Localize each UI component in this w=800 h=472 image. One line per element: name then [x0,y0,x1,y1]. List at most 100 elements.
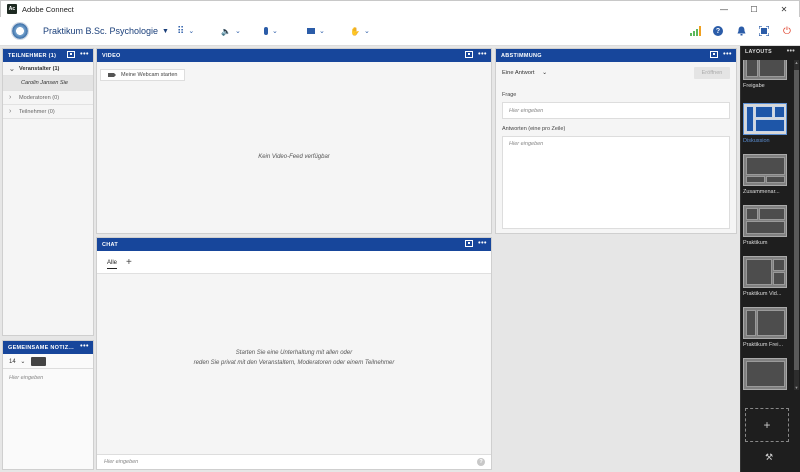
answer-type-value: Eine Antwort [502,70,535,76]
start-webcam-button[interactable]: Meine Webcam starten [100,69,186,81]
speaker-menu[interactable]: 🔈 ⌄ [221,24,241,38]
poll-pod: ABSTIMMUNG ••• Eine Antwort ⌄ Eröffnen F… [495,48,737,234]
maximize-pod-icon[interactable] [67,51,76,58]
answer-type-select[interactable]: Eine Antwort ⌄ [502,69,547,76]
help-button[interactable]: ? [711,24,725,38]
layout-label: Praktikum [743,240,768,246]
camera-menu[interactable]: ⌄ [307,24,325,38]
adobe-connect-logo-icon [11,22,29,40]
layout-item-more[interactable] [743,358,787,390]
pod-title: CHAT [102,241,119,248]
video-pod: VIDEO ••• Meine Webcam starten Kein Vide… [96,48,492,234]
raise-hand-menu[interactable]: ✋ ⌄ [350,24,370,38]
layout-item-praktikum[interactable]: Praktikum [743,205,787,246]
adobe-connect-app-icon: Ac [7,4,17,14]
room-menu[interactable]: Praktikum B.Sc. Psychologie ▼ [43,26,169,36]
maximize-button[interactable]: ☐ [739,1,769,18]
layout-item-diskussion[interactable]: Diskussion [743,103,787,144]
chat-input-placeholder: Hier eingeben [104,459,139,465]
apps-grid-icon: ⠿ [177,25,185,37]
layout-item-praktikum-video[interactable]: Praktikum Vid... [743,256,787,297]
chevron-down-icon: ⌄ [188,28,195,35]
layout-thumbnail [743,154,787,186]
leave-meeting-button[interactable]: ⏻ [780,24,794,38]
maximize-pod-icon[interactable] [465,51,474,58]
chat-help-icon[interactable]: ? [477,458,485,466]
notifications-button[interactable] [734,24,748,38]
layout-label: Freigabe [743,83,765,89]
group-label: Teilnehmer (0) [19,108,55,115]
group-moderators[interactable]: › Moderatoren (0) [3,91,93,105]
more-options-icon[interactable]: ••• [80,51,89,58]
chevron-down-icon: ⌄ [234,28,241,35]
group-participants[interactable]: › Teilnehmer (0) [3,105,93,119]
chevron-down-icon: ⌄ [319,28,325,35]
tools-icon[interactable]: ⚒ [765,452,773,463]
chat-pod: CHAT ••• Alle + Starten Sie eine Unterha… [96,237,492,470]
layout-item-zusammenarbeit[interactable]: Zusammenar... [743,154,787,195]
layout-thumbnail [743,307,787,339]
apps-menu[interactable]: ⠿ ⌄ [177,24,194,38]
more-options-icon[interactable]: ••• [80,343,89,350]
layout-item-praktikum-freigabe[interactable]: Praktikum Frei... [743,307,787,348]
text-color-swatch[interactable] [31,356,47,366]
hand-icon: ✋ [350,26,360,36]
meeting-workspace: TEILNEHMER (1) ••• ⌄ Veranstalter (1) Ca… [0,46,740,472]
start-webcam-label: Meine Webcam starten [121,72,178,78]
more-options-icon[interactable]: ••• [723,51,732,58]
poll-toolbar: Eine Antwort ⌄ Eröffnen [496,62,736,83]
add-layout-button[interactable]: + [745,408,789,442]
pod-title: TEILNEHMER (1) [8,52,57,59]
layout-thumbnail [743,358,787,390]
participant-row[interactable]: Carolin Jansen Sie [3,76,93,91]
answers-input[interactable]: Hier eingeben [502,136,730,229]
layout-thumbnail [743,60,787,80]
more-options-icon[interactable]: ••• [478,51,487,58]
participant-name: Carolin Jansen Sie [21,80,68,86]
layouts-panel: LAYOUTS ••• Freigabe Diskussion Zusammen… [740,46,800,472]
group-organizers[interactable]: ⌄ Veranstalter (1) [3,62,93,76]
title-bar: Ac Adobe Connect — ☐ ✕ [0,0,800,17]
maximize-pod-icon[interactable] [710,51,719,58]
chat-empty-line2: reden Sie privat mit den Veranstaltern, … [193,360,395,366]
microphone-icon [264,27,268,35]
video-pod-header: VIDEO ••• [97,49,491,62]
question-input[interactable]: Hier eingeben [502,102,730,119]
chevron-down-icon: ⌄ [363,28,370,35]
main-toolbar: Praktikum B.Sc. Psychologie ▼ ⠿ ⌄ 🔈 ⌄ ⌄ … [0,17,800,46]
layout-label: Praktikum Vid... [743,291,782,297]
add-chat-tab-icon[interactable]: + [126,257,132,268]
pod-title: GEMEINSAME NOTIZ... [8,344,74,351]
layouts-title: LAYOUTS [745,49,772,55]
close-window-button[interactable]: ✕ [769,1,799,18]
poll-pod-header: ABSTIMMUNG ••• [496,49,736,62]
camera-icon [108,73,116,77]
chevron-down-icon: ⌄ [542,70,548,76]
maximize-pod-icon[interactable] [465,240,474,247]
participants-pod-header: TEILNEHMER (1) ••• [3,49,93,62]
fullscreen-button[interactable] [757,24,771,38]
layouts-header: LAYOUTS ••• [741,46,800,58]
more-options-icon[interactable]: ••• [787,48,795,55]
open-poll-button[interactable]: Eröffnen [694,67,730,79]
notes-editor[interactable]: Hier eingeben [3,369,93,386]
layout-label: Diskussion [743,138,770,144]
tab-all[interactable]: Alle [107,260,118,269]
room-title: Praktikum B.Sc. Psychologie [43,26,159,36]
chat-input[interactable]: Hier eingeben ? [97,454,491,469]
layout-thumbnail [743,256,787,288]
connection-status-icon[interactable] [689,24,703,38]
minimize-button[interactable]: — [709,1,739,18]
scroll-down-icon[interactable]: ▼ [794,385,799,390]
scroll-up-icon[interactable]: ▲ [794,60,799,65]
layouts-scrollbar[interactable]: ▲ ▼ [794,60,799,390]
scroll-thumb[interactable] [794,70,799,370]
more-options-icon[interactable]: ••• [478,240,487,247]
font-size-select[interactable]: 14 ⌄ [9,358,25,365]
chat-pod-header: CHAT ••• [97,238,491,251]
chevron-right-icon: › [9,94,12,101]
microphone-menu[interactable]: ⌄ [264,24,278,38]
signal-bars-icon [690,26,701,36]
layout-item-freigabe[interactable]: Freigabe [743,60,787,89]
pod-title: ABSTIMMUNG [501,52,542,59]
